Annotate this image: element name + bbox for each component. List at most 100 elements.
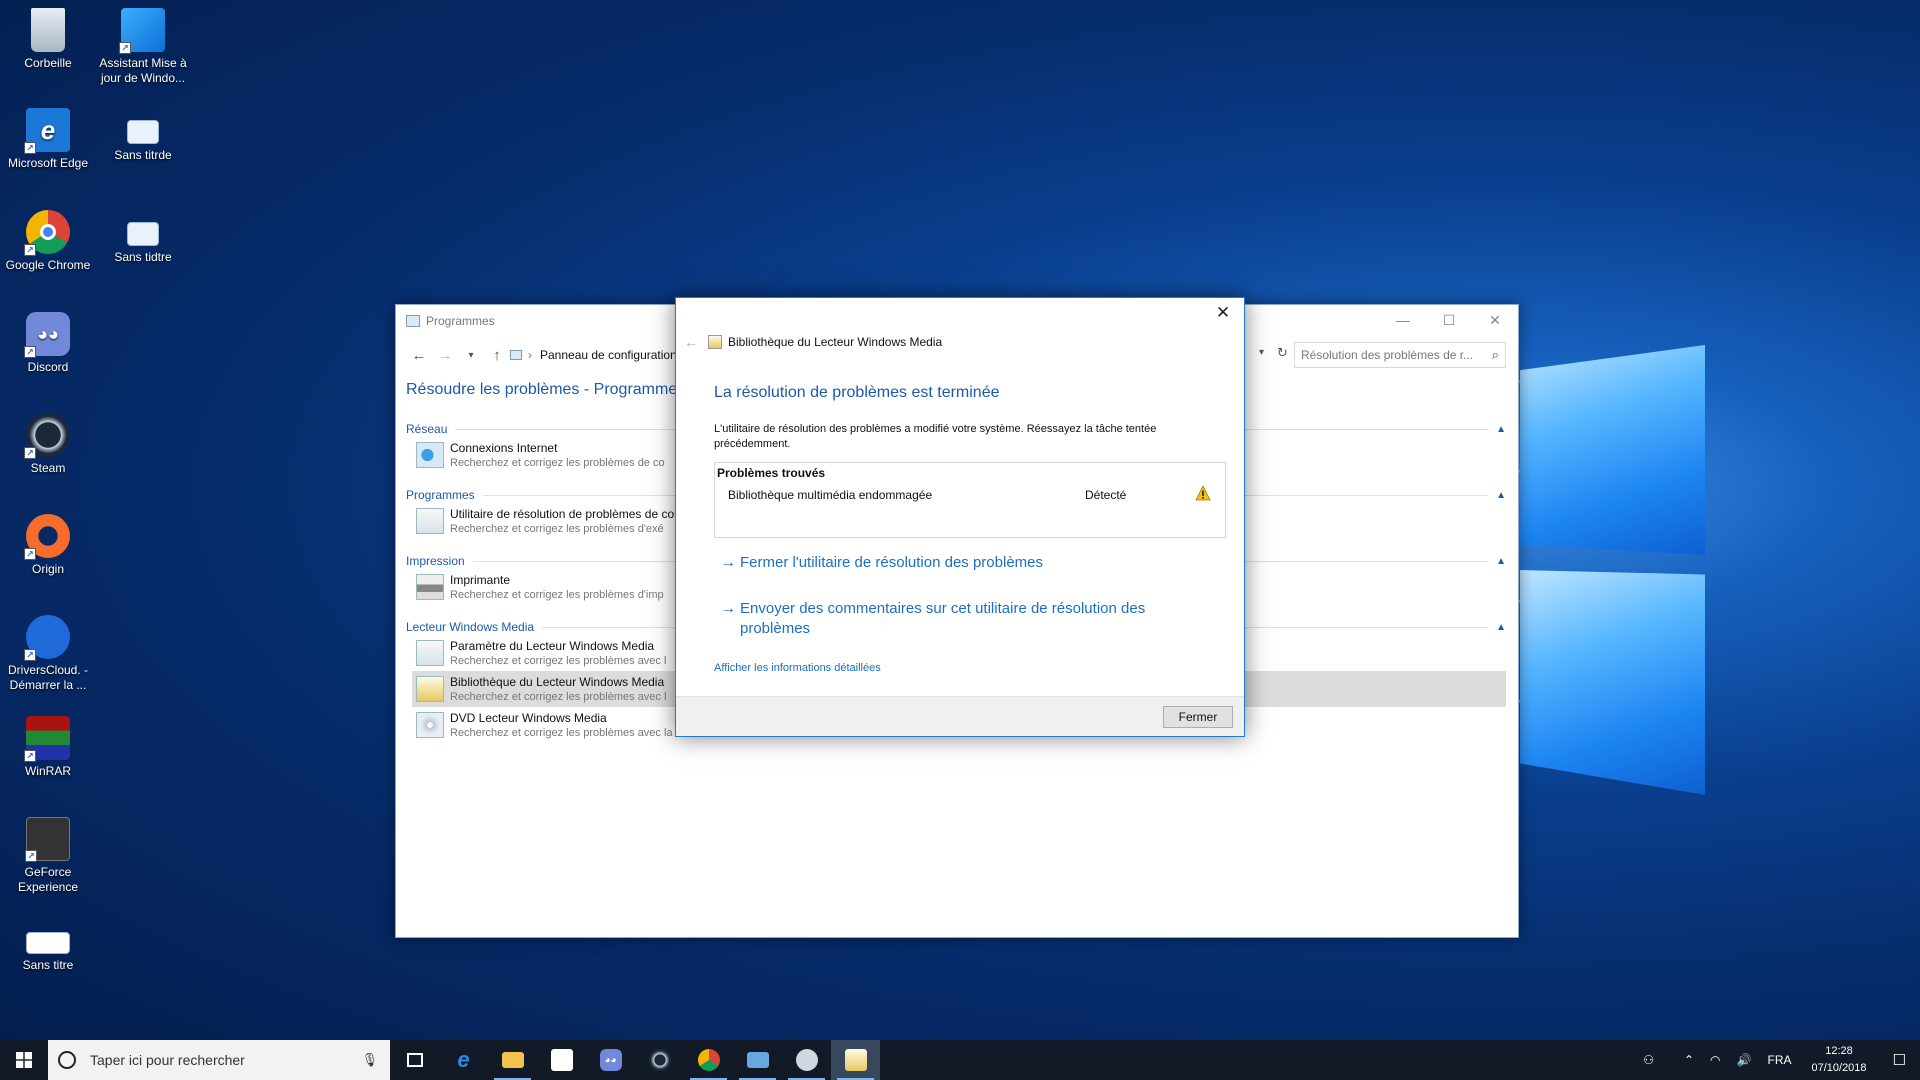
desktop-icon-sans-titre[interactable]: Sans titre (3, 932, 93, 973)
maximize-icon[interactable]: ☐ (1426, 305, 1472, 335)
desktop-icon-recycle-bin[interactable]: Corbeille (3, 8, 93, 71)
collapse-chevron-icon[interactable]: ▲ (1496, 424, 1506, 435)
taskbar-search-input[interactable]: Taper ici pour rechercher 🎙 (48, 1040, 390, 1080)
windows-update-icon: ↗ (119, 8, 165, 54)
control-panel-icon (406, 315, 420, 327)
dialog-description: L'utilitaire de résolution des problèmes… (714, 423, 1157, 450)
forward-arrow-icon[interactable]: → (432, 347, 458, 364)
close-icon[interactable]: ✕ (1210, 303, 1236, 325)
desktop-icon-winrar[interactable]: ↗ WinRAR (3, 716, 93, 779)
action-center-icon[interactable]: ☐ (1879, 1051, 1920, 1069)
taskbar-store[interactable] (537, 1040, 586, 1080)
desktop-icon-chrome[interactable]: ↗ Google Chrome (3, 210, 93, 273)
taskbar: Taper ici pour rechercher 🎙 e ◕◕ ⚇ ⌃ ◠ 🔊… (0, 1040, 1920, 1080)
window-title: Programmes (426, 314, 495, 328)
recycle-bin-icon (31, 8, 65, 52)
arrow-right-icon: → (720, 554, 736, 571)
arrow-right-icon: → (720, 600, 736, 617)
taskbar-file-explorer[interactable] (488, 1040, 537, 1080)
store-icon (550, 1049, 573, 1071)
chrome-icon: ↗ (24, 210, 70, 256)
search-input[interactable]: Résolution des problèmes de r... ⌕ (1294, 342, 1506, 368)
desktop-icon-driverscloud[interactable]: ↗ DriversCloud. - Démarrer la ... (3, 615, 93, 693)
edge-icon: e (457, 1047, 470, 1072)
media-library-icon (844, 1049, 867, 1071)
image-file-icon (26, 932, 70, 954)
minimize-icon[interactable]: — (1380, 305, 1426, 335)
troubleshooter-icon (795, 1049, 818, 1071)
dialog-title: Bibliothèque du Lecteur Windows Media (728, 335, 943, 349)
close-button[interactable]: Fermer (1163, 706, 1233, 728)
taskbar-edge[interactable]: e (439, 1040, 488, 1080)
close-icon[interactable]: ✕ (1472, 305, 1518, 335)
problem-name: Bibliothèque multimédia endommagée (728, 488, 933, 502)
desktop-icon-steam[interactable]: ↗ Steam (3, 413, 93, 476)
clock[interactable]: 12:28 07/10/2018 (1799, 1043, 1878, 1077)
collapse-chevron-icon[interactable]: ▲ (1496, 622, 1506, 633)
taskbar-troubleshooter[interactable] (782, 1040, 831, 1080)
control-panel-icon (510, 350, 522, 360)
taskbar-chrome[interactable] (684, 1040, 733, 1080)
page-title: Résoudre les problèmes - Programmes (406, 381, 686, 398)
collapse-chevron-icon[interactable]: ▲ (1496, 490, 1506, 501)
taskbar-media-library[interactable] (831, 1040, 880, 1080)
network-icon (416, 442, 444, 468)
troubleshooter-dialog: ✕ ← Bibliothèque du Lecteur Windows Medi… (675, 297, 1245, 737)
back-arrow-icon[interactable]: ← (406, 347, 432, 364)
origin-icon: ↗ (24, 514, 70, 560)
warning-icon (1195, 485, 1211, 501)
taskbar-steam[interactable] (635, 1040, 684, 1080)
taskbar-discord[interactable]: ◕◕ (586, 1040, 635, 1080)
desktop-icon-geforce[interactable]: ↗ GeForce Experience (3, 817, 93, 895)
desktop-icon-sans-titrde[interactable]: Sans titrde (98, 120, 188, 163)
system-tray: ⚇ ⌃ ◠ 🔊 FRA 12:28 07/10/2018 ☐ (1635, 1040, 1920, 1080)
windows-start-icon (16, 1052, 32, 1068)
media-library-icon (708, 335, 722, 349)
image-file-icon (127, 120, 159, 144)
address-field[interactable]: › Panneau de configuration (504, 342, 680, 368)
edge-icon: e ↗ (24, 108, 70, 154)
problems-header: Problèmes trouvés (717, 466, 826, 480)
geforce-icon: ↗ (25, 817, 70, 862)
chrome-icon (697, 1049, 720, 1071)
taskbar-control-panel[interactable] (733, 1040, 782, 1080)
view-details-link[interactable]: Afficher les informations détaillées (714, 662, 881, 674)
problems-box: Problèmes trouvés Bibliothèque multimédi… (714, 462, 1226, 538)
task-view-icon (406, 1053, 423, 1067)
start-button[interactable] (0, 1040, 48, 1080)
chevron-up-icon[interactable]: ⌃ (1676, 1053, 1702, 1067)
desktop-icon-origin[interactable]: ↗ Origin (3, 514, 93, 577)
cortana-icon (58, 1051, 76, 1069)
steam-icon: ↗ (24, 413, 70, 459)
image-file-icon (127, 222, 159, 246)
breadcrumb: Panneau de configuration (540, 348, 677, 362)
collapse-chevron-icon[interactable]: ▲ (1496, 556, 1506, 567)
dialog-heading: La résolution de problèmes est terminée (714, 384, 1000, 401)
address-dropdown-icon[interactable]: ▾ (1259, 347, 1264, 358)
microphone-icon[interactable]: 🎙 (361, 1052, 378, 1068)
problem-status: Détecté (1085, 488, 1127, 502)
desktop-icon-discord[interactable]: ◕◕ ↗ Discord (3, 312, 93, 375)
winrar-icon: ↗ (24, 716, 70, 762)
search-icon: ⌕ (1491, 347, 1499, 362)
printer-icon (416, 574, 444, 600)
dvd-icon (416, 712, 444, 738)
people-icon[interactable]: ⚇ (1635, 1053, 1662, 1067)
dialog-header: ← Bibliothèque du Lecteur Windows Media (684, 334, 942, 350)
steam-icon (648, 1049, 671, 1071)
desktop-icon-sans-tidtre[interactable]: Sans tidtre (98, 222, 188, 265)
media-settings-icon (416, 640, 444, 666)
discord-icon: ◕◕ ↗ (24, 312, 70, 358)
network-icon[interactable]: ◠ (1702, 1053, 1728, 1067)
volume-icon[interactable]: 🔊 (1729, 1053, 1760, 1067)
desktop-icon-edge[interactable]: e ↗ Microsoft Edge (3, 108, 93, 171)
back-arrow-icon[interactable]: ← (684, 334, 708, 350)
refresh-icon[interactable]: ↻ (1277, 345, 1288, 361)
media-library-icon (416, 676, 444, 702)
close-troubleshooter-link[interactable]: → Fermer l'utilitaire de résolution des p… (720, 553, 1190, 573)
task-view-button[interactable] (390, 1040, 439, 1080)
chevron-down-icon[interactable]: ▾ (458, 350, 484, 361)
language-indicator[interactable]: FRA (1759, 1053, 1799, 1067)
desktop-icon-windows-update[interactable]: ↗ Assistant Mise à jour de Windo... (98, 8, 188, 86)
send-feedback-link[interactable]: → Envoyer des commentaires sur cet utilit… (720, 599, 1190, 639)
